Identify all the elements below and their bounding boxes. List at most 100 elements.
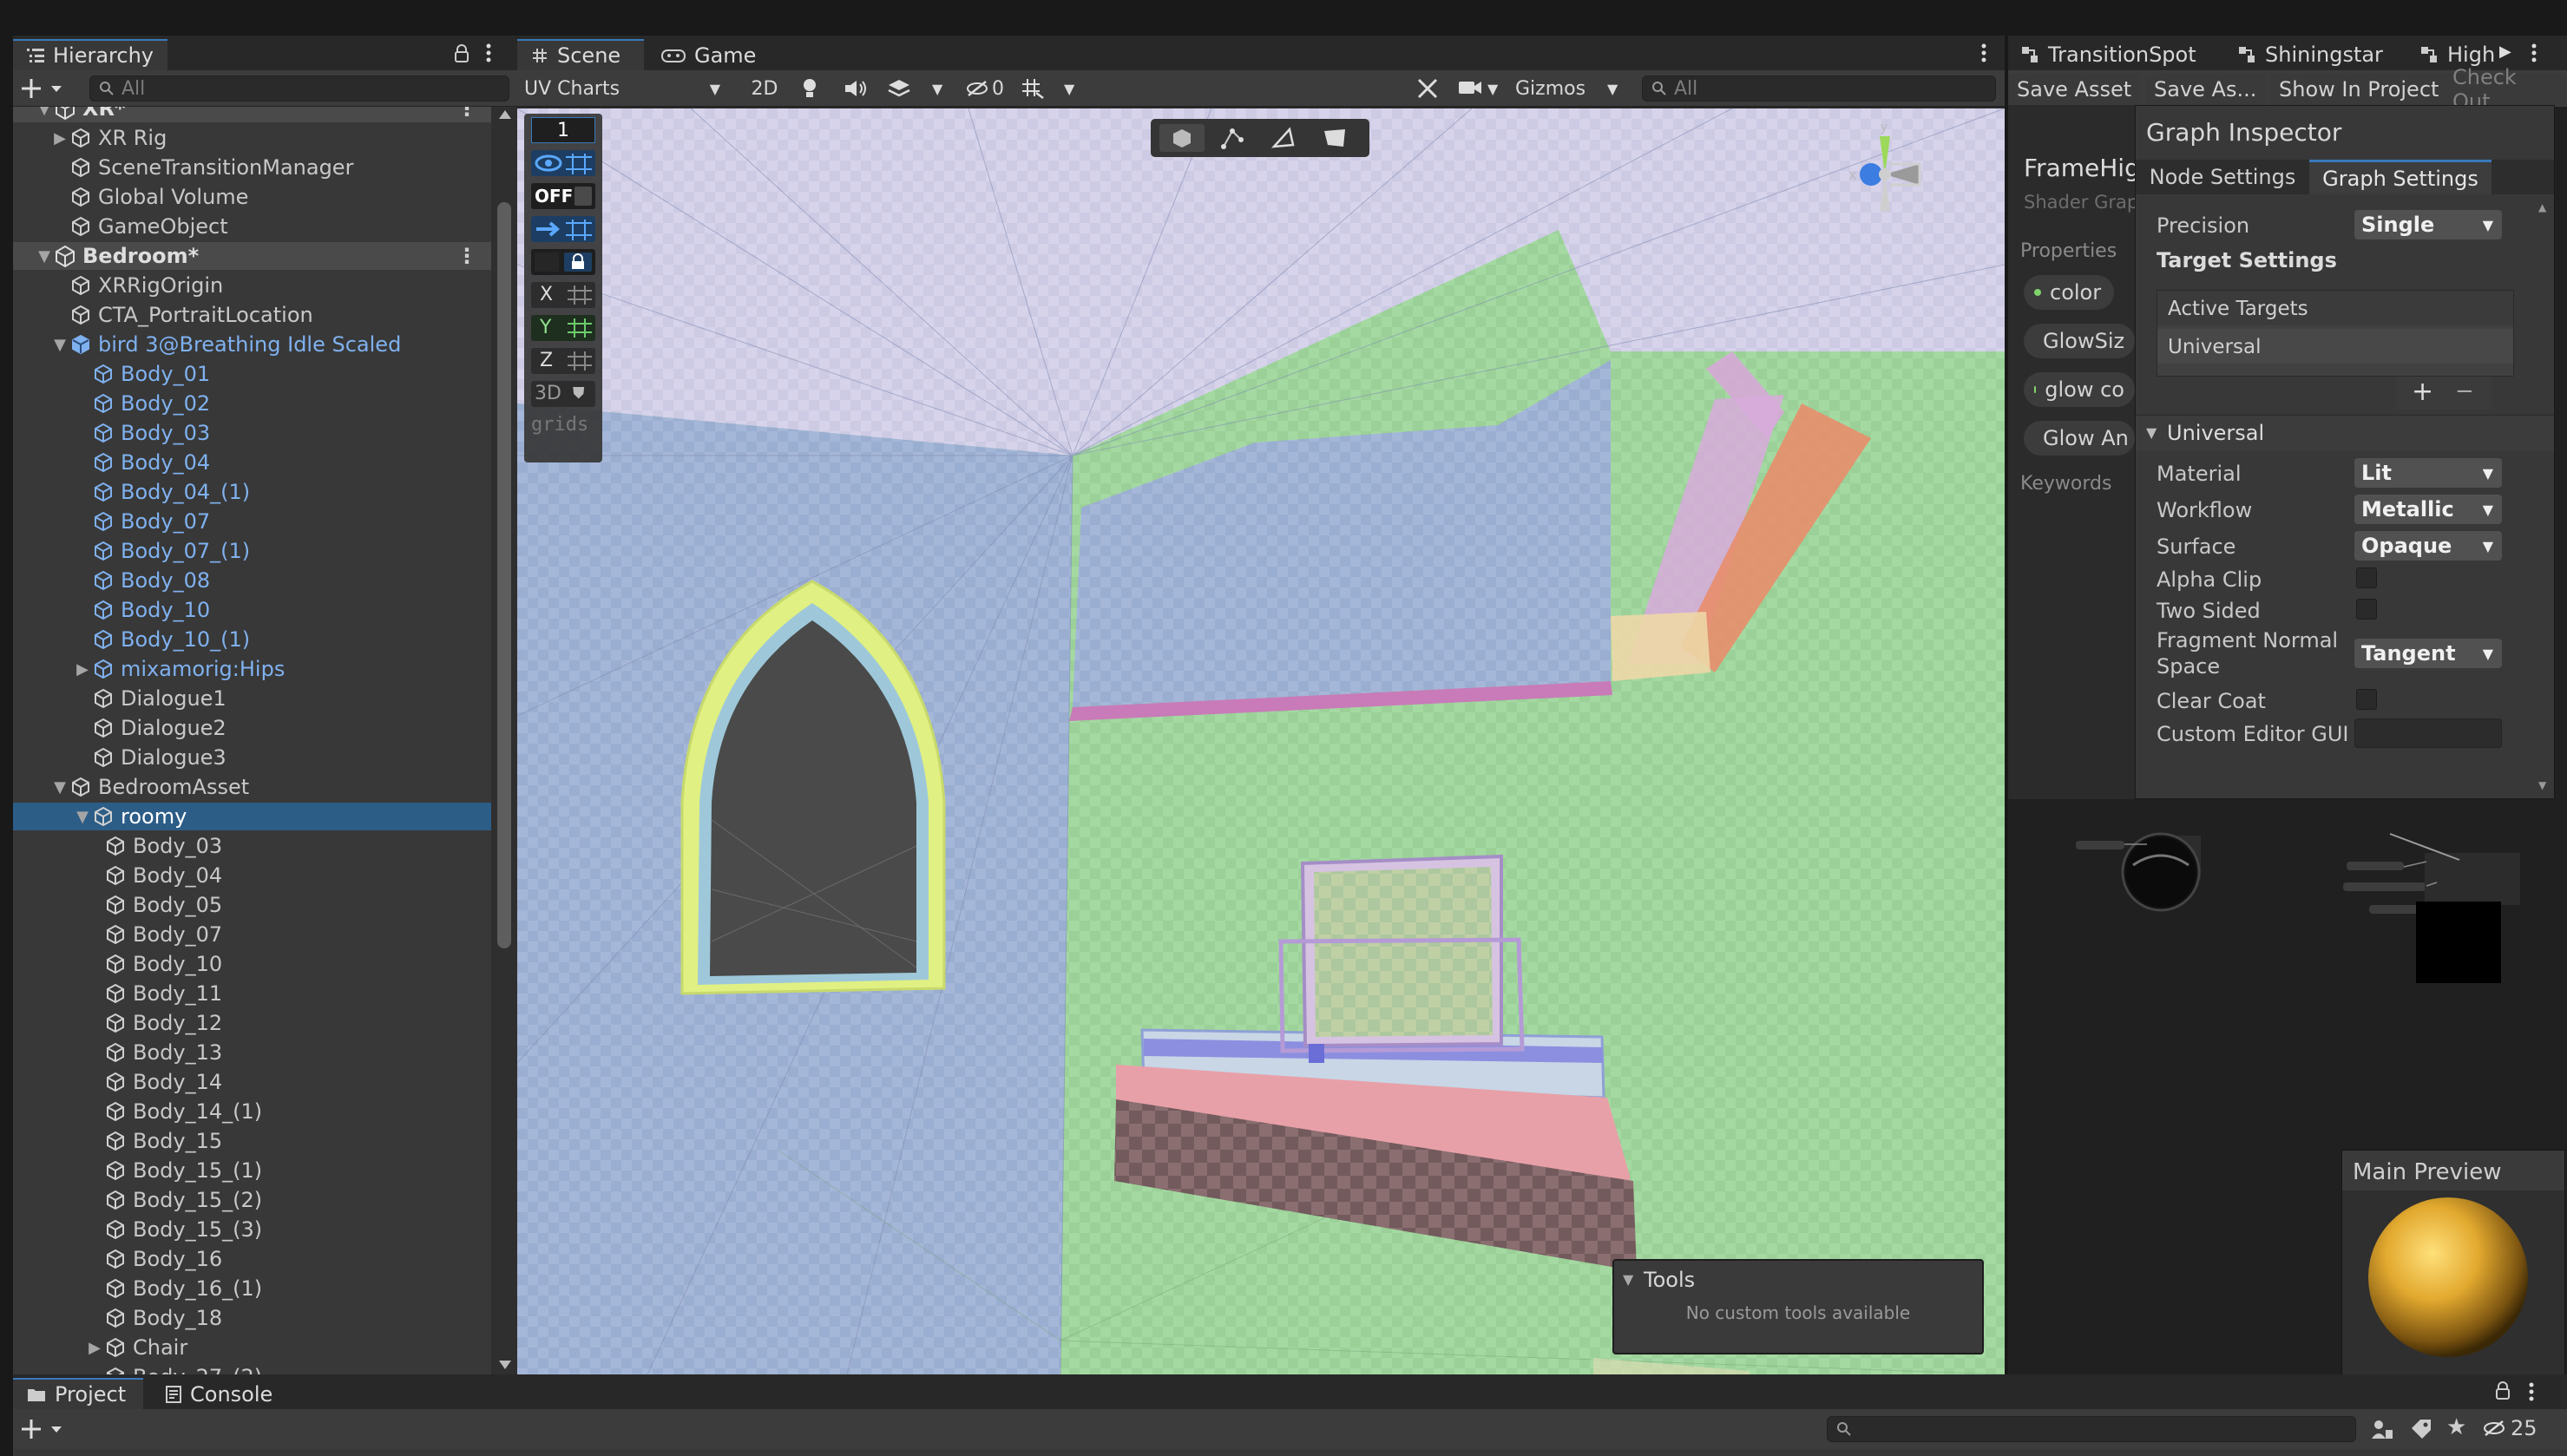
favorites-star-icon[interactable]: ★	[2446, 1414, 2466, 1440]
tab-console[interactable]: Console	[152, 1378, 286, 1409]
alpha-clip-checkbox[interactable]	[2356, 567, 2377, 588]
hierarchy-row[interactable]: Body_13	[13, 1039, 491, 1066]
save-as-button[interactable]: Save As...	[2145, 74, 2266, 105]
hierarchy-row[interactable]: Body_01	[13, 360, 491, 388]
check-out-button[interactable]: Check Out	[2444, 65, 2567, 114]
fragment-normal-space-dropdown[interactable]: Tangent ▼	[2354, 639, 2502, 668]
hidden-packages-toggle[interactable]: 25	[2483, 1416, 2537, 1440]
tab-graph-settings[interactable]: Graph Settings	[2309, 160, 2492, 194]
chevron-down-icon[interactable]: ▼	[1064, 81, 1074, 97]
surface-dropdown[interactable]: Opaque ▼	[2354, 531, 2502, 561]
property-glowsize[interactable]: GlowSiz	[2024, 324, 2135, 358]
hierarchy-row[interactable]: Body_16	[13, 1245, 491, 1273]
scene-search-input[interactable]: All	[1642, 75, 1996, 102]
kebab-menu-icon[interactable]	[2528, 1381, 2535, 1402]
draw-mode-dropdown[interactable]: UV Charts ▼	[521, 75, 725, 102]
orientation-gizmo[interactable]: x y	[1836, 118, 1940, 237]
expand-toggle-icon[interactable]: ▼	[74, 808, 91, 826]
grid-snap-icon[interactable]	[1021, 77, 1045, 100]
vertex-tool-icon[interactable]	[1210, 124, 1255, 152]
hierarchy-row[interactable]: GameObject	[13, 213, 491, 240]
hierarchy-row[interactable]: Body_10_(1)	[13, 626, 491, 653]
hierarchy-row[interactable]: Dialogue1	[13, 685, 491, 712]
hierarchy-row[interactable]: CTA_PortraitLocation	[13, 301, 491, 329]
lock-icon[interactable]	[454, 44, 469, 63]
add-dropdown-icon[interactable]	[22, 77, 70, 100]
hierarchy-row[interactable]: Body_15	[13, 1127, 491, 1155]
y-axis-snap[interactable]: Y	[531, 315, 595, 341]
kebab-menu-icon[interactable]	[2531, 43, 2537, 63]
hierarchy-row[interactable]: Body_11	[13, 980, 491, 1007]
tab-hierarchy[interactable]: Hierarchy	[13, 39, 168, 70]
hierarchy-row[interactable]: ▶ Chair	[13, 1334, 491, 1361]
material-dropdown[interactable]: Lit ▼	[2354, 458, 2502, 488]
z-axis-snap[interactable]: Z	[531, 348, 595, 374]
tab-node-settings[interactable]: Node Settings	[2136, 160, 2309, 194]
hierarchy-search-input[interactable]: All	[89, 75, 509, 102]
hierarchy-row[interactable]: Dialogue3	[13, 744, 491, 771]
clear-coat-checkbox[interactable]	[2356, 689, 2377, 710]
hierarchy-row[interactable]: ▼ BedroomAsset	[13, 773, 491, 801]
tab-transitionspot[interactable]: TransitionSpot	[2020, 39, 2196, 70]
label-tag-icon[interactable]	[2410, 1418, 2432, 1440]
kebab-menu-icon[interactable]: ⋮	[456, 107, 477, 121]
property-glow-amount[interactable]: Glow An	[2024, 421, 2135, 456]
hierarchy-row[interactable]: Body_15_(3)	[13, 1216, 491, 1243]
property-color[interactable]: color	[2024, 275, 2114, 310]
universal-foldout[interactable]: ▼ Universal	[2136, 415, 2554, 451]
hierarchy-row[interactable]: Body_14	[13, 1068, 491, 1096]
hierarchy-row[interactable]: Body_08	[13, 567, 491, 594]
save-asset-button[interactable]: Save Asset	[2008, 74, 2141, 105]
hierarchy-row[interactable]: Body_10	[13, 596, 491, 624]
hierarchy-row[interactable]: ▼ roomy	[13, 803, 491, 830]
hierarchy-row[interactable]: Body_07	[13, 921, 491, 948]
tools-icon[interactable]	[1416, 77, 1439, 100]
hierarchy-row[interactable]: Body_27_(2)	[13, 1363, 491, 1374]
hierarchy-row[interactable]: Dialogue2	[13, 714, 491, 742]
expand-toggle-icon[interactable]: ▶	[51, 129, 69, 148]
move-snap-toggle[interactable]	[531, 216, 595, 242]
expand-toggle-icon[interactable]: ▶	[74, 660, 91, 679]
tab-game[interactable]: Game	[647, 39, 770, 70]
hierarchy-row[interactable]: XRRigOrigin	[13, 272, 491, 299]
scene-render[interactable]	[517, 108, 2005, 1374]
3d-grid-toggle[interactable]: 3D ⛊	[531, 381, 595, 407]
snap-off-toggle[interactable]: OFF	[531, 183, 595, 209]
hierarchy-row[interactable]: Body_10	[13, 950, 491, 978]
tab-scroll-right-icon[interactable]: ▶	[2499, 43, 2511, 61]
hierarchy-row[interactable]: ▶ mixamorig:Hips	[13, 655, 491, 683]
expand-toggle-icon[interactable]: ▶	[86, 1339, 103, 1357]
kebab-menu-icon[interactable]	[1980, 43, 1987, 63]
tab-scene[interactable]: Scene	[517, 39, 644, 70]
workflow-dropdown[interactable]: Metallic ▼	[2354, 495, 2502, 524]
hierarchy-row[interactable]: Body_05	[13, 891, 491, 919]
remove-target-icon[interactable]: −	[2455, 378, 2474, 404]
preview-sphere[interactable]	[2363, 1197, 2537, 1366]
cube-tool-icon[interactable]	[1159, 124, 1205, 152]
expand-toggle-icon[interactable]: ▼	[51, 336, 69, 354]
grid-size-field[interactable]: 1	[531, 117, 595, 143]
hierarchy-scene-row[interactable]: ▼ XR* ⋮	[13, 107, 491, 122]
edge-tool-icon[interactable]	[1260, 124, 1305, 152]
tab-shiningstar[interactable]: Shiningstar	[2237, 39, 2383, 70]
hierarchy-row[interactable]: ▼ bird 3@Breathing Idle Scaled	[13, 331, 491, 358]
hierarchy-row[interactable]: Body_14_(1)	[13, 1098, 491, 1125]
custom-editor-gui-field[interactable]	[2354, 718, 2502, 748]
expand-toggle-icon[interactable]: ▼	[51, 778, 69, 797]
two-sided-checkbox[interactable]	[2356, 599, 2377, 620]
hierarchy-row[interactable]: Body_04_(1)	[13, 478, 491, 506]
chevron-down-icon[interactable]: ▼	[932, 81, 942, 97]
lock-icon[interactable]	[2495, 1381, 2511, 1400]
hierarchy-row[interactable]: Global Volume	[13, 183, 491, 211]
hierarchy-row[interactable]: Body_15_(2)	[13, 1186, 491, 1214]
hierarchy-row[interactable]: Body_07_(1)	[13, 537, 491, 565]
hierarchy-row[interactable]: Body_16_(1)	[13, 1275, 491, 1302]
hierarchy-row[interactable]: Body_04	[13, 862, 491, 889]
x-axis-snap[interactable]: X	[531, 282, 595, 308]
kebab-menu-icon[interactable]	[485, 43, 492, 63]
chevron-down-icon[interactable]: ▼	[1607, 81, 1618, 97]
tab-project[interactable]: Project	[13, 1378, 143, 1409]
hierarchy-scrollbar[interactable]	[491, 107, 517, 1374]
add-target-icon[interactable]: +	[2412, 377, 2433, 407]
hierarchy-row[interactable]: Body_02	[13, 390, 491, 417]
